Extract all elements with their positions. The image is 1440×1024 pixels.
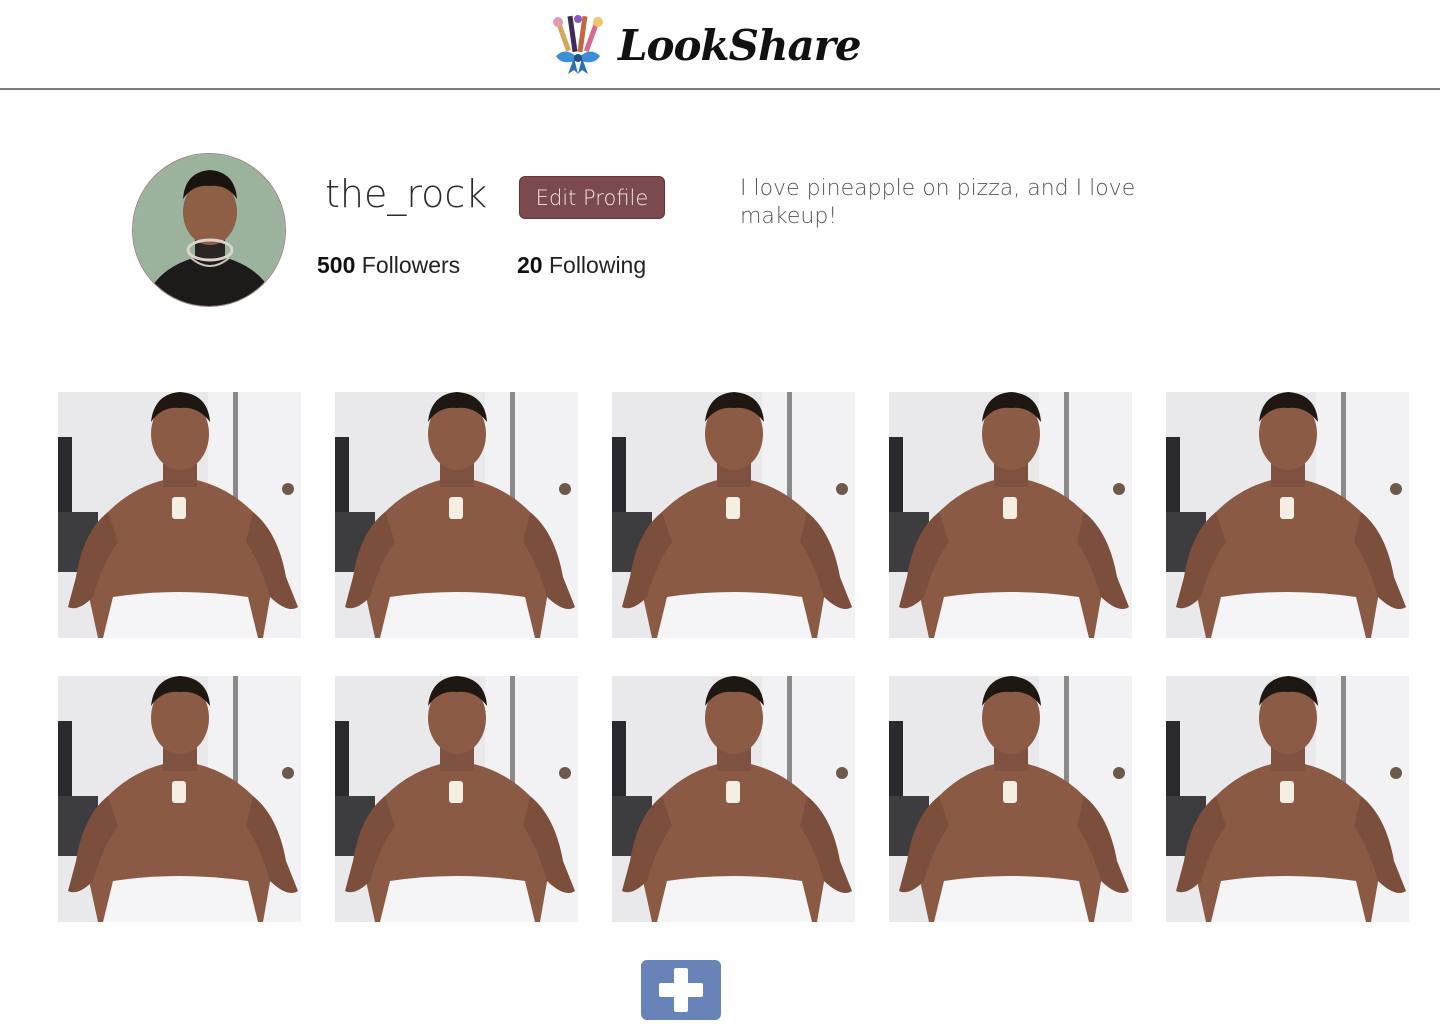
followers-label: Followers bbox=[361, 252, 461, 278]
posts-grid bbox=[58, 392, 1410, 922]
brand-name: LookShare bbox=[618, 20, 862, 70]
profile-username: the_rock bbox=[325, 172, 488, 216]
post-thumbnail[interactable] bbox=[889, 392, 1132, 638]
following-stat[interactable]: 20 Following bbox=[517, 252, 646, 279]
makeup-brushes-bow-icon bbox=[553, 15, 603, 74]
post-thumbnail[interactable] bbox=[58, 676, 301, 922]
post-thumbnail[interactable] bbox=[612, 392, 855, 638]
edit-profile-button[interactable]: Edit Profile bbox=[519, 176, 665, 219]
top-header: LookShare bbox=[0, 0, 1440, 90]
following-count: 20 bbox=[517, 252, 543, 278]
brand-logo[interactable]: LookShare bbox=[550, 14, 862, 76]
profile-avatar[interactable] bbox=[132, 153, 286, 307]
following-label: Following bbox=[548, 252, 647, 278]
profile-bio: I love pineapple on pizza, and I love ma… bbox=[740, 176, 1136, 229]
add-post-button[interactable] bbox=[641, 960, 721, 1020]
followers-stat[interactable]: 500 Followers bbox=[317, 252, 460, 279]
post-thumbnail[interactable] bbox=[612, 676, 855, 922]
post-thumbnail[interactable] bbox=[1166, 392, 1409, 638]
followers-count: 500 bbox=[317, 252, 356, 278]
post-thumbnail[interactable] bbox=[889, 676, 1132, 922]
post-thumbnail[interactable] bbox=[1166, 676, 1409, 922]
post-thumbnail[interactable] bbox=[58, 392, 301, 638]
post-thumbnail[interactable] bbox=[335, 676, 578, 922]
post-thumbnail[interactable] bbox=[335, 392, 578, 638]
